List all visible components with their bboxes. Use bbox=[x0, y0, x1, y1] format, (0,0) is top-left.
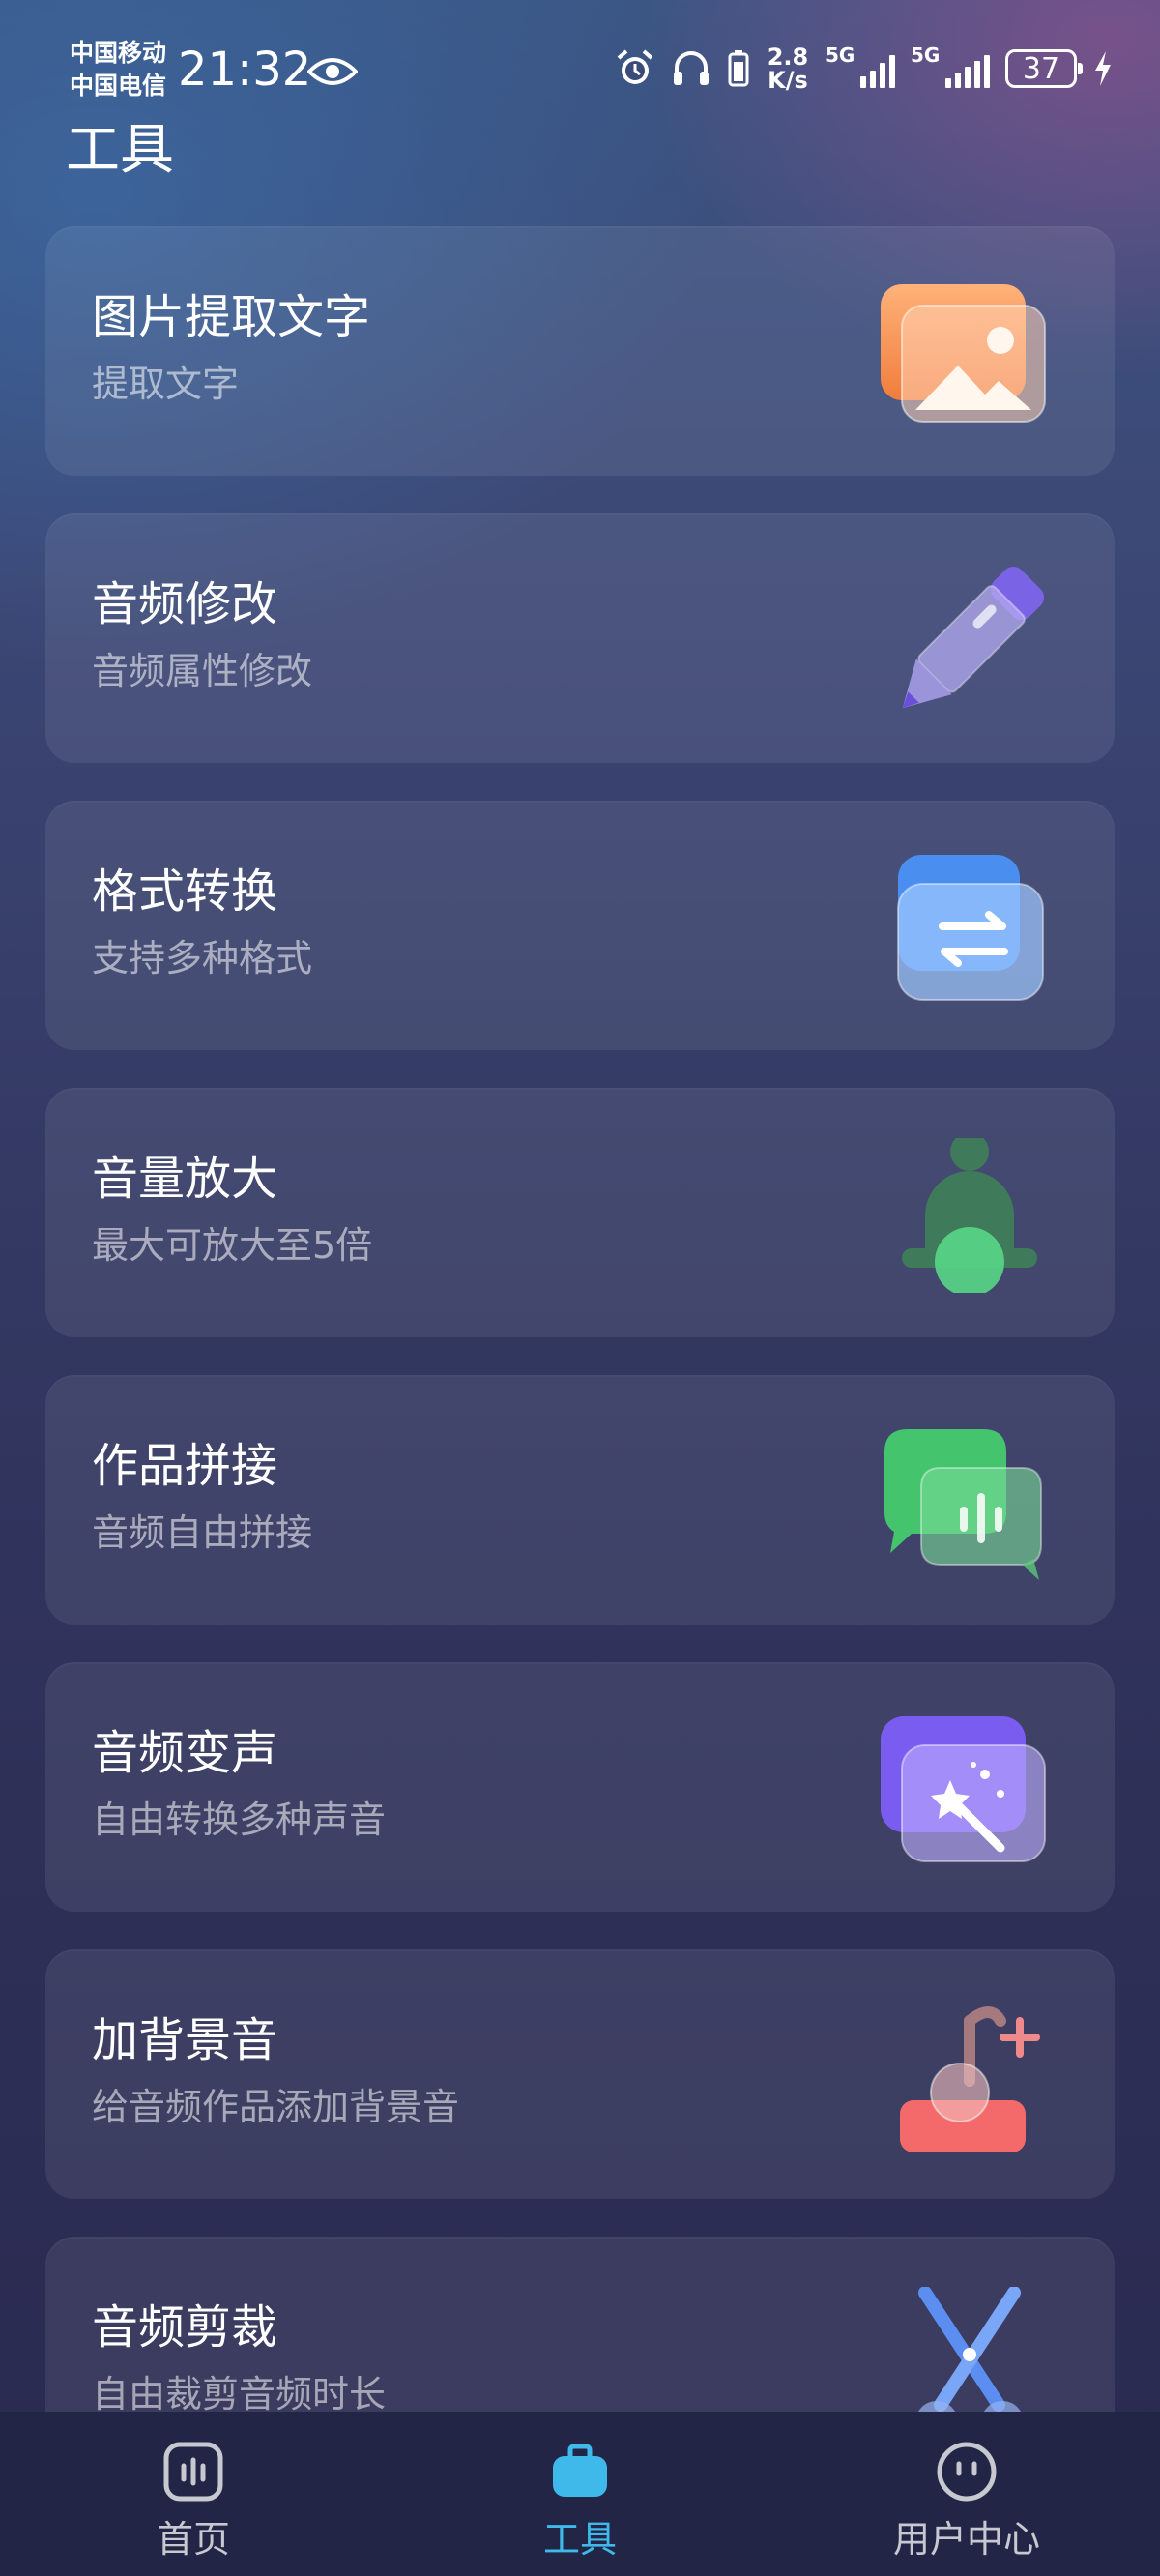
tool-subtitle: 最大可放大至5倍 bbox=[92, 1224, 373, 1267]
tool-subtitle: 自由转换多种声音 bbox=[92, 1799, 387, 1841]
status-bar: 中国移动 中国电信 21:32 2.8 K/s 5G 5G 37 bbox=[0, 0, 1160, 135]
chat-bubbles-icon bbox=[884, 1429, 1042, 1580]
magic-wand-icon bbox=[881, 1716, 1046, 1862]
tool-title: 格式转换 bbox=[92, 864, 278, 919]
tool-title: 图片提取文字 bbox=[92, 290, 371, 344]
charging-icon bbox=[1095, 51, 1111, 86]
user-face-icon bbox=[937, 2442, 997, 2502]
swap-icon bbox=[897, 855, 1044, 1001]
tool-card-voice-change[interactable]: 音频变声 自由转换多种声音 bbox=[45, 1662, 1115, 1912]
nav-user-center[interactable]: 用户中心 bbox=[841, 2412, 1092, 2576]
waveform-icon bbox=[163, 2442, 223, 2502]
tool-subtitle: 支持多种格式 bbox=[92, 937, 313, 980]
bottom-nav: 首页 工具 用户中心 bbox=[0, 2412, 1160, 2576]
status-time: 21:32 bbox=[178, 43, 312, 97]
tool-title: 加背景音 bbox=[92, 2013, 278, 2067]
signal-sim2: 5G bbox=[911, 44, 990, 88]
tool-subtitle: 给音频作品添加背景音 bbox=[92, 2086, 460, 2128]
tool-subtitle: 音频属性修改 bbox=[92, 650, 313, 692]
battery-level: 37 bbox=[1022, 51, 1060, 86]
network-speed-value: 2.8 bbox=[767, 44, 809, 71]
sim2-network-type: 5G bbox=[911, 44, 941, 67]
nav-tools[interactable]: 工具 bbox=[454, 2412, 706, 2576]
tool-list: 图片提取文字 提取文字 音频修改 音频属性修改 格式转换 支持多种格式 音量放大… bbox=[45, 226, 1115, 2524]
battery-saver-icon bbox=[728, 50, 749, 87]
tool-title: 音量放大 bbox=[92, 1152, 278, 1206]
tool-card-image-to-text[interactable]: 图片提取文字 提取文字 bbox=[45, 226, 1115, 476]
bell-icon bbox=[902, 1138, 1037, 1293]
signal-icon bbox=[945, 55, 990, 88]
page-title: 工具 bbox=[66, 119, 174, 182]
carrier-1: 中国移动 bbox=[70, 39, 167, 67]
tool-title: 音频修改 bbox=[92, 577, 278, 631]
tool-subtitle: 提取文字 bbox=[92, 363, 240, 405]
tool-title: 作品拼接 bbox=[92, 1439, 278, 1493]
tool-card-add-background-music[interactable]: 加背景音 给音频作品添加背景音 bbox=[45, 1949, 1115, 2199]
alarm-icon bbox=[617, 49, 653, 84]
sim1-network-type: 5G bbox=[826, 44, 856, 67]
image-icon bbox=[881, 284, 1046, 423]
pencil-icon bbox=[902, 566, 1045, 709]
battery-indicator: 37 bbox=[1005, 49, 1083, 88]
nav-label: 工具 bbox=[542, 2518, 617, 2561]
network-speed-unit: K/s bbox=[768, 67, 808, 94]
tool-title: 音频剪裁 bbox=[92, 2300, 278, 2355]
status-indicators: 2.8 K/s 5G 5G 37 bbox=[615, 44, 1114, 93]
tool-title: 音频变声 bbox=[92, 1726, 278, 1780]
music-note-add-icon bbox=[900, 2006, 1040, 2152]
nav-label: 首页 bbox=[156, 2518, 230, 2561]
nav-home[interactable]: 首页 bbox=[68, 2412, 319, 2576]
tool-subtitle: 音频自由拼接 bbox=[92, 1511, 313, 1554]
signal-icon bbox=[860, 55, 895, 88]
network-speed: 2.8 K/s bbox=[766, 45, 810, 92]
signal-sim1: 5G bbox=[826, 44, 895, 88]
briefcase-icon bbox=[553, 2444, 607, 2497]
tool-card-audio-edit[interactable]: 音频修改 音频属性修改 bbox=[45, 513, 1115, 763]
tool-card-volume-boost[interactable]: 音量放大 最大可放大至5倍 bbox=[45, 1088, 1115, 1337]
carrier-2: 中国电信 bbox=[70, 72, 167, 100]
eye-icon bbox=[307, 58, 358, 85]
headphones-icon bbox=[674, 51, 709, 85]
carrier-names: 中国移动 中国电信 bbox=[70, 37, 166, 102]
tool-card-format-convert[interactable]: 格式转换 支持多种格式 bbox=[45, 801, 1115, 1050]
tool-card-audio-splice[interactable]: 作品拼接 音频自由拼接 bbox=[45, 1375, 1115, 1625]
nav-label: 用户中心 bbox=[892, 2518, 1040, 2561]
